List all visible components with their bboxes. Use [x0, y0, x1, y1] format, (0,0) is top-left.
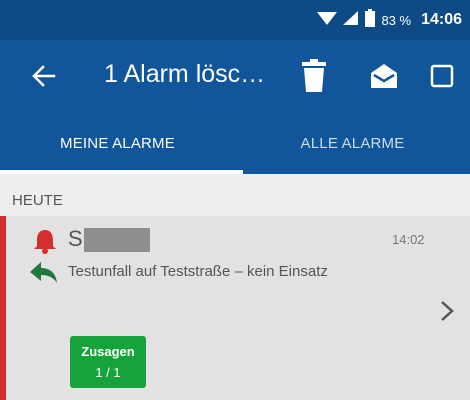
- alarm-list-item[interactable]: S 14:02 Testunfall auf Teststraße – kein…: [0, 216, 470, 400]
- redacted-sender-name: [84, 228, 150, 252]
- battery-percent: 83 %: [381, 12, 412, 28]
- back-arrow-icon: [32, 65, 56, 87]
- status-bar: 83 % 14:06: [0, 0, 470, 40]
- section-header: HEUTE: [12, 192, 63, 209]
- chevron-right-icon[interactable]: [440, 300, 454, 327]
- status-clock: 14:06: [421, 11, 462, 28]
- delete-button[interactable]: [296, 58, 332, 94]
- select-all-checkbox[interactable]: [424, 58, 460, 94]
- zusagen-count: 1 / 1: [95, 365, 121, 380]
- mail-open-icon: [371, 64, 397, 88]
- action-toolbar: 1 Alarm lösc…: [0, 40, 470, 112]
- signal-icon: [343, 10, 359, 31]
- alarm-message: Testunfall auf Teststraße – kein Einsatz: [68, 263, 328, 280]
- zusagen-button[interactable]: Zusagen 1 / 1: [70, 336, 146, 388]
- zusagen-label: Zusagen: [81, 344, 135, 359]
- tab-alle-alarme[interactable]: ALLE ALARME: [235, 112, 470, 174]
- toolbar-title: 1 Alarm lösc…: [104, 60, 266, 88]
- alarm-status-strip: [0, 216, 6, 400]
- active-tab-indicator: [0, 170, 243, 174]
- tab-bar: MEINE ALARME ALLE ALARME: [0, 112, 470, 174]
- reply-icon: [30, 262, 58, 289]
- mark-read-button[interactable]: [366, 58, 402, 94]
- tab-meine-alarme[interactable]: MEINE ALARME: [0, 112, 235, 174]
- battery-icon: [365, 8, 376, 32]
- checkbox-icon: [430, 64, 454, 88]
- bell-icon: [32, 228, 58, 259]
- wifi-icon: [317, 10, 338, 31]
- back-button[interactable]: [30, 58, 60, 94]
- alarm-time: 14:02: [392, 232, 425, 247]
- alarm-sender: S: [68, 226, 83, 251]
- status-icons: 83 % 14:06: [317, 0, 462, 40]
- trash-icon: [302, 59, 326, 92]
